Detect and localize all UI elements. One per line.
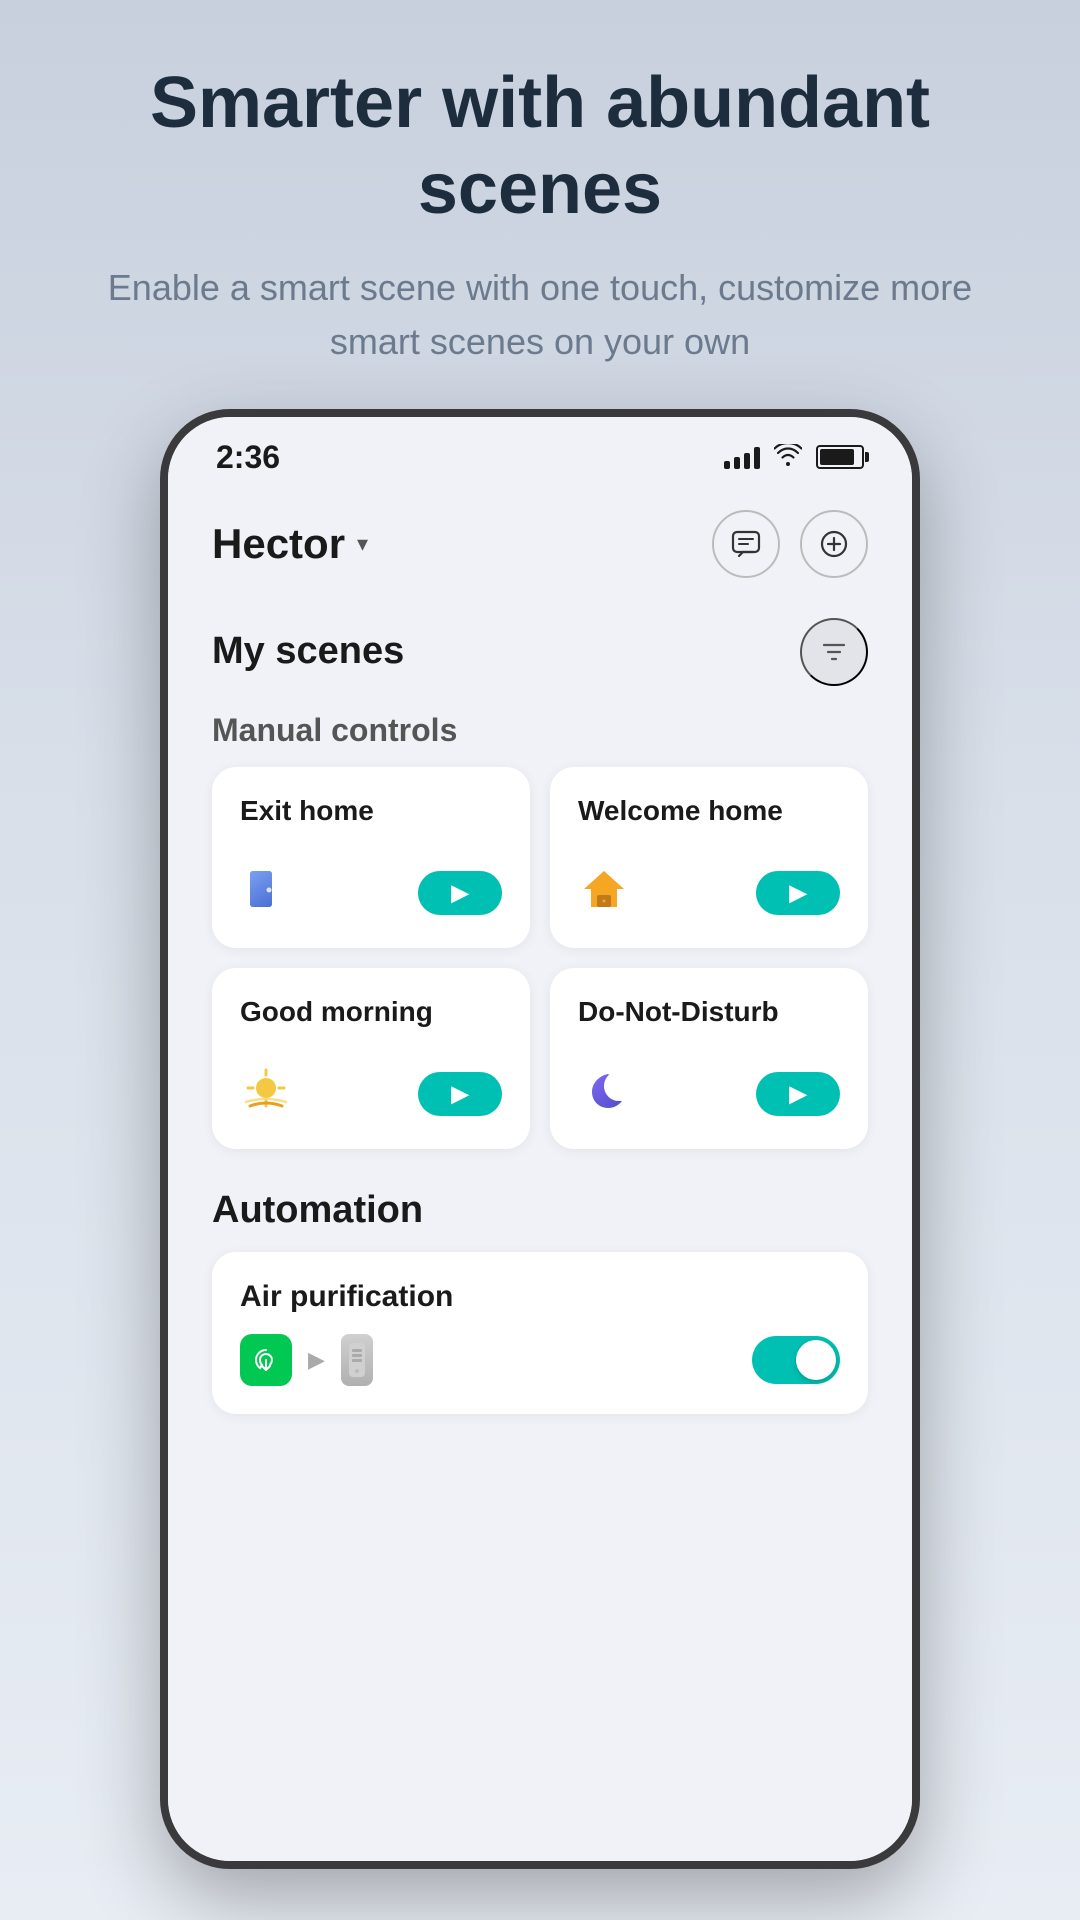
automation-source-icon (240, 1334, 292, 1386)
run-arrow-icon: ▶ (452, 1081, 469, 1107)
run-arrow-icon: ▶ (790, 1081, 807, 1107)
scene-card-title: Do-Not-Disturb (578, 996, 840, 1028)
welcome-home-icon (578, 863, 630, 924)
promo-subtitle: Enable a smart scene with one touch, cus… (60, 261, 1020, 369)
messages-button[interactable] (712, 510, 780, 578)
app-content: My scenes Manual controls Exit home (168, 598, 912, 1861)
promo-title: Smarter with abundant scenes (60, 60, 1020, 233)
automation-item-footer: ▶ (240, 1334, 840, 1386)
run-arrow-icon: ▶ (452, 880, 469, 906)
scene-card-welcome-home[interactable]: Welcome home ▶ (550, 767, 868, 948)
status-bar: 2:36 (168, 417, 912, 486)
scene-card-good-morning[interactable]: Good morning ▶ (212, 968, 530, 1149)
my-scenes-header: My scenes (168, 598, 912, 702)
automation-icons-row: ▶ (240, 1334, 373, 1386)
header-actions (712, 510, 868, 578)
air-purification-toggle[interactable] (752, 1336, 840, 1384)
wifi-icon (774, 442, 802, 473)
automation-item-title: Air purification (240, 1280, 840, 1314)
exit-home-icon (240, 863, 292, 924)
automation-arrow-icon: ▶ (308, 1347, 325, 1373)
filter-button[interactable] (800, 618, 868, 686)
scene-card-exit-home[interactable]: Exit home (212, 767, 530, 948)
scene-card-do-not-disturb[interactable]: Do-Not-Disturb (550, 968, 868, 1149)
status-time: 2:36 (216, 439, 280, 476)
toggle-knob (796, 1340, 836, 1380)
scene-card-footer: ▶ (240, 1064, 502, 1125)
run-arrow-icon: ▶ (790, 880, 807, 906)
status-icons (724, 442, 864, 473)
scene-card-title: Good morning (240, 996, 502, 1028)
good-morning-icon (240, 1064, 292, 1125)
scene-card-footer: ▶ (578, 1064, 840, 1125)
scene-card-title: Exit home (240, 795, 502, 827)
automation-device-icon (341, 1334, 373, 1386)
good-morning-run-button[interactable]: ▶ (418, 1072, 502, 1116)
signal-icon (724, 445, 760, 469)
automation-title: Automation (212, 1189, 868, 1232)
my-scenes-title: My scenes (212, 630, 404, 673)
scenes-grid: Exit home (168, 767, 912, 1149)
scene-card-title: Welcome home (578, 795, 840, 827)
scene-card-footer: ▶ (578, 863, 840, 924)
phone-frame: 2:36 Hector ▾ (160, 409, 920, 1869)
battery-icon (816, 445, 864, 469)
exit-home-run-button[interactable]: ▶ (418, 871, 502, 915)
chevron-down-icon: ▾ (357, 531, 368, 557)
promo-section: Smarter with abundant scenes Enable a sm… (0, 0, 1080, 409)
do-not-disturb-run-button[interactable]: ▶ (756, 1072, 840, 1116)
welcome-home-run-button[interactable]: ▶ (756, 871, 840, 915)
automation-section: Automation Air purification ▶ (168, 1165, 912, 1414)
automation-item-air-purification: Air purification ▶ (212, 1252, 868, 1414)
user-name: Hector (212, 520, 345, 568)
user-name-dropdown[interactable]: Hector ▾ (212, 520, 368, 568)
add-button[interactable] (800, 510, 868, 578)
app-header: Hector ▾ (168, 486, 912, 598)
scene-card-footer: ▶ (240, 863, 502, 924)
do-not-disturb-icon (578, 1064, 630, 1125)
manual-controls-label: Manual controls (168, 702, 912, 767)
